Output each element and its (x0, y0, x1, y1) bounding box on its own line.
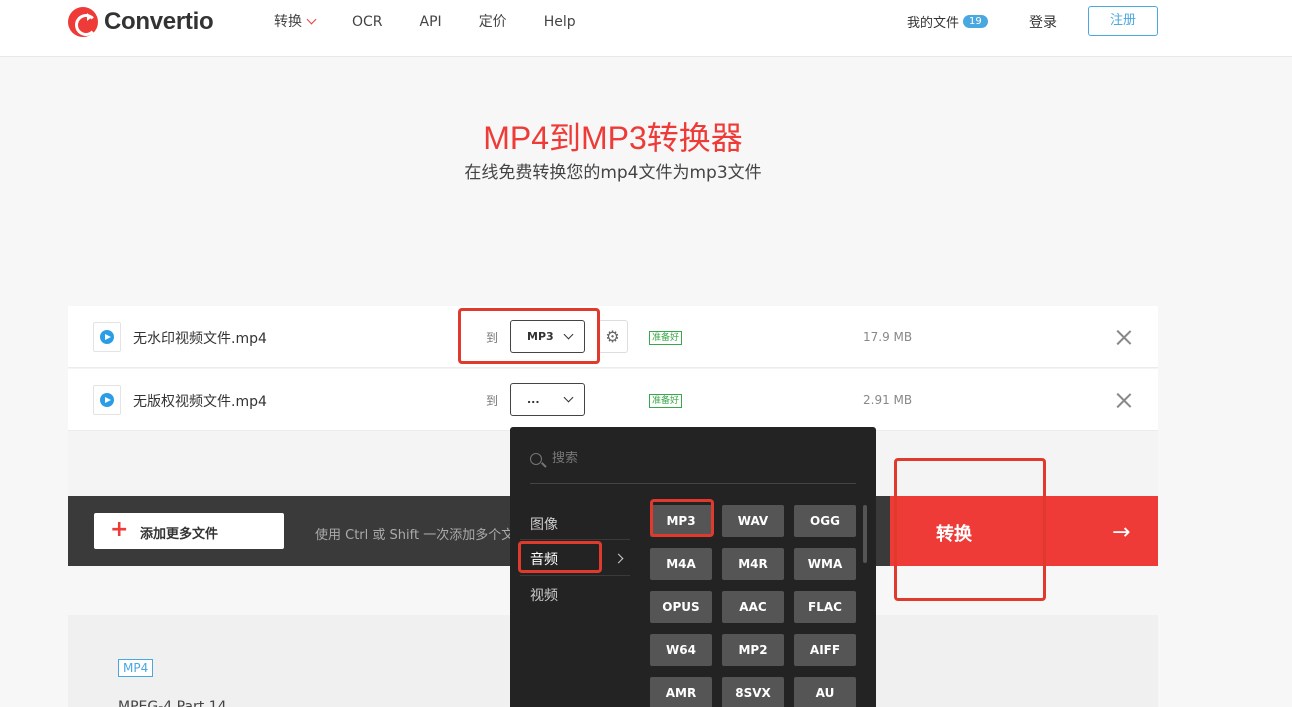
format-option-m4a[interactable]: M4A (650, 548, 712, 580)
convert-label: 转换 (936, 524, 972, 545)
video-file-icon (93, 385, 121, 415)
plus-icon: + (110, 517, 129, 542)
add-more-files-button[interactable]: + 添加更多文件 (94, 513, 284, 549)
nav-api[interactable]: API (420, 12, 442, 32)
nav-pricing-label: 定价 (478, 14, 507, 30)
video-file-icon (93, 322, 121, 352)
file-name: 无版权视频文件.mp4 (133, 394, 267, 410)
file-size: 2.91 MB (863, 393, 913, 407)
category-audio[interactable]: 音频 (530, 549, 558, 569)
divider (520, 575, 630, 576)
format-option-amr[interactable]: AMR (650, 677, 712, 707)
nav-api-label: API (419, 14, 442, 30)
page-title: MP4到MP3转换器 (483, 120, 743, 156)
login-link[interactable]: 登录 (1029, 12, 1057, 32)
file-row: 无版权视频文件.mp4 到 ... 准备好 2.91 MB (68, 369, 1158, 431)
nav-help[interactable]: Help (544, 12, 576, 32)
settings-button[interactable]: ⚙ (597, 320, 628, 353)
logo-text: Convertio (104, 8, 214, 35)
dropdown-scrollbar[interactable] (863, 505, 867, 563)
to-label: 到 (486, 394, 499, 408)
format-option-aac[interactable]: AAC (722, 591, 784, 623)
divider (520, 539, 630, 540)
format-option-8svx[interactable]: 8SVX (722, 677, 784, 707)
my-files-label: 我的文件 (907, 16, 960, 31)
nav-convert[interactable]: 转换 (274, 12, 317, 32)
format-search-input[interactable] (552, 451, 852, 466)
chevron-right-icon (613, 553, 624, 564)
format-option-opus[interactable]: OPUS (650, 591, 712, 623)
search-icon (530, 453, 542, 465)
chevron-down-icon (563, 329, 574, 340)
format-tag: MP4 (118, 659, 154, 677)
chevron-down-icon (306, 14, 317, 24)
nav-pricing[interactable]: 定价 (479, 12, 507, 32)
header: Convertio 转换 OCR API 定价 Help 我的文件 19 登录 … (0, 0, 1292, 57)
category-video[interactable]: 视频 (530, 585, 558, 605)
gear-icon: ⚙ (605, 327, 620, 346)
format-dropdown: 图像 音频 视频 MP3 WAV OGG M4A M4R WMA OPUS AA… (510, 427, 876, 707)
multi-select-hint: 使用 Ctrl 或 Shift 一次添加多个文件 (315, 528, 528, 543)
status-badge: 准备好 (649, 331, 683, 345)
format-option-aiff[interactable]: AIFF (794, 634, 856, 666)
to-label: 到 (486, 331, 499, 345)
format-option-au[interactable]: AU (794, 677, 856, 707)
page-subtitle: 在线免费转换您的mp4文件为mp3文件 (464, 163, 762, 183)
format-option-mp3[interactable]: MP3 (650, 505, 712, 537)
format-value: MP3 (527, 330, 554, 343)
close-icon[interactable] (1116, 392, 1132, 408)
nav-ocr-label: OCR (352, 14, 383, 30)
format-option-flac[interactable]: FLAC (794, 591, 856, 623)
format-option-ogg[interactable]: OGG (794, 505, 856, 537)
format-description: MPEG-4 Part 14 (118, 699, 227, 707)
status-badge: 准备好 (649, 394, 683, 408)
format-option-mp2[interactable]: MP2 (722, 634, 784, 666)
chevron-down-icon (563, 392, 574, 403)
nav-ocr[interactable]: OCR (352, 12, 383, 32)
format-select[interactable]: ... (510, 383, 585, 416)
file-name: 无水印视频文件.mp4 (133, 331, 267, 347)
file-row: 无水印视频文件.mp4 到 MP3 ⚙ 准备好 17.9 MB (68, 306, 1158, 368)
format-option-wav[interactable]: WAV (722, 505, 784, 537)
divider (530, 483, 856, 484)
nav-help-label: Help (543, 14, 576, 30)
my-files-link[interactable]: 我的文件 19 (907, 12, 988, 31)
close-icon[interactable] (1116, 329, 1132, 345)
format-value: ... (527, 393, 540, 406)
format-option-m4r[interactable]: M4R (722, 548, 784, 580)
convertio-logo-icon (68, 7, 98, 37)
add-more-files-label: 添加更多文件 (140, 527, 219, 542)
main-nav: 转换 OCR API 定价 Help (274, 12, 613, 32)
format-select[interactable]: MP3 (510, 320, 585, 353)
nav-convert-label: 转换 (274, 14, 302, 30)
category-image[interactable]: 图像 (530, 514, 558, 534)
arrow-right-icon: → (1112, 520, 1131, 545)
file-size: 17.9 MB (863, 330, 913, 344)
register-button[interactable]: 注册 (1088, 6, 1158, 36)
convert-button[interactable]: 转换 → (890, 496, 1158, 566)
format-option-wma[interactable]: WMA (794, 548, 856, 580)
logo[interactable]: Convertio (68, 7, 214, 37)
file-count-badge: 19 (963, 15, 988, 28)
format-option-w64[interactable]: W64 (650, 634, 712, 666)
